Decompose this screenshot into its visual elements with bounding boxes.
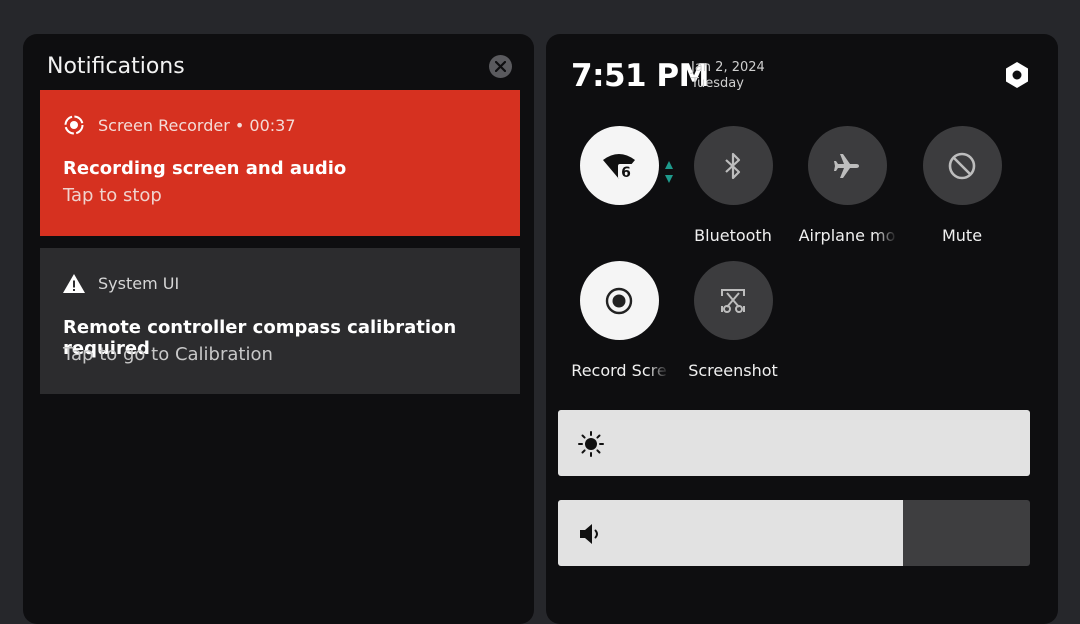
record-screen-toggle[interactable] [579,261,659,340]
wifi-icon: 6 [603,153,635,181]
notification-subtitle: Tap to go to Calibration [63,344,273,365]
mute-icon [948,152,976,179]
screenshot-icon [721,288,745,313]
tile-bluetooth[interactable]: Bluetooth [683,126,783,245]
tile-screenshot[interactable]: Screenshot [683,261,783,380]
data-activity-icon [665,161,673,183]
notification-app-name: System UI [98,273,180,293]
weekday: Tuesday [691,76,744,91]
tile-airplane-mode[interactable]: Airplane mo [797,126,897,245]
airplane-icon [834,153,859,178]
warning-icon [62,272,86,294]
notifications-panel: Notifications Screen Recorder • 00:37 Re… [23,34,534,624]
tile-label: Mute [941,226,983,245]
tile-label: Airplane mo [798,226,896,245]
record-screen-icon [605,287,633,314]
tile-label: Bluetooth [694,226,772,245]
date-block: Jan 2, 2024 Tuesday [691,60,765,92]
close-icon [495,61,506,72]
settings-button[interactable] [1002,60,1032,90]
tile-label: Record Scre [571,361,667,380]
tile-mute[interactable]: Mute [912,126,1012,245]
notification-title: Recording screen and audio [63,158,347,179]
notification-subtitle: Tap to stop [63,185,162,206]
screen-recorder-notification[interactable]: Screen Recorder • 00:37 Recording screen… [40,90,520,236]
settings-icon [1006,62,1028,88]
screenshot-button[interactable] [693,261,773,340]
notifications-title: Notifications [47,54,185,79]
tile-wifi[interactable]: 6 [569,126,669,226]
svg-text:6: 6 [621,165,631,181]
notification-app-name: Screen Recorder • 00:37 [98,115,296,135]
bluetooth-toggle[interactable] [693,126,773,205]
record-icon [62,114,86,136]
tile-record-screen[interactable]: Record Scre [569,261,669,380]
clear-notifications-button[interactable] [489,55,512,78]
volume-slider[interactable] [558,500,1030,566]
wifi-toggle[interactable]: 6 [579,126,659,205]
volume-level-fill [558,500,903,566]
brightness-slider[interactable] [558,410,1030,476]
volume-icon [580,524,598,544]
date: Jan 2, 2024 [691,60,765,75]
brightness-icon [578,431,604,457]
bluetooth-icon [725,152,741,179]
airplane-toggle[interactable] [807,126,887,205]
notification-app-row: Screen Recorder • 00:37 [62,114,296,136]
system-ui-notification[interactable]: System UI Remote controller compass cali… [40,248,520,394]
quick-settings-panel: 7:51 PM Jan 2, 2024 Tuesday 6 Bluetooth … [546,34,1058,624]
mute-toggle[interactable] [922,126,1002,205]
tile-label: Screenshot [688,361,778,380]
clock: 7:51 PM [571,58,709,94]
notification-app-row: System UI [62,272,179,294]
brightness-level-fill [558,410,1030,476]
